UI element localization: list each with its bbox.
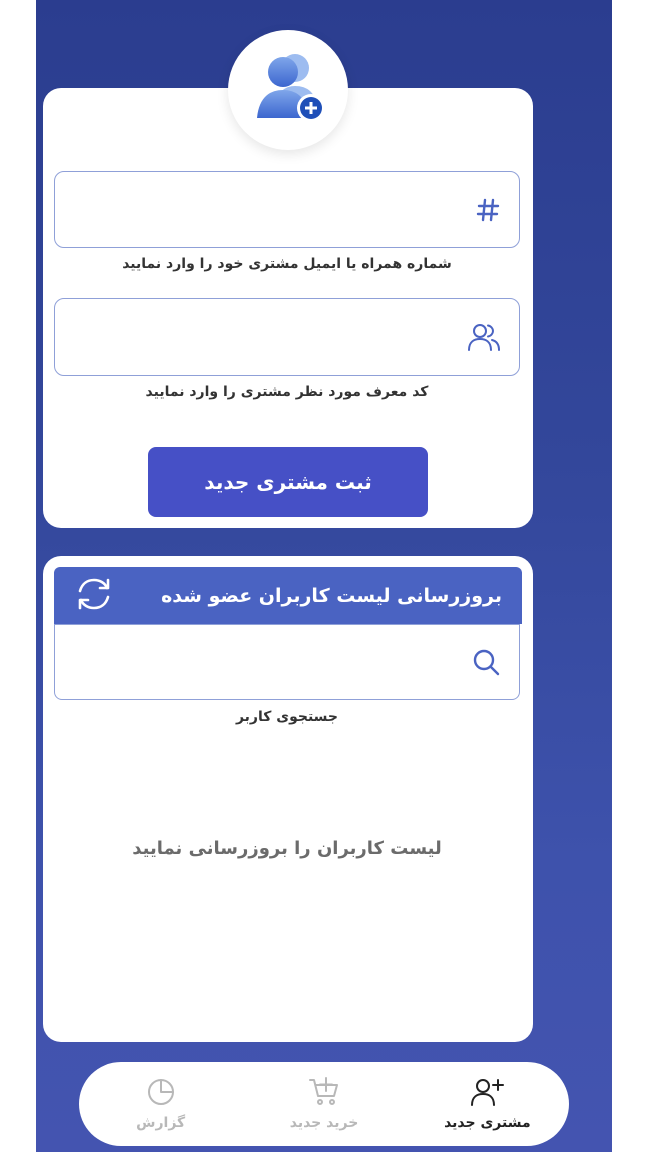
refresh-members-title: بروزرسانی لیست کاربران عضو شده [161, 584, 502, 607]
add-user-icon [245, 48, 331, 132]
nav-label-report: گزارش [136, 1115, 186, 1131]
phone-or-email-hint: شماره همراه یا ایمیل مشتری خود را وارد ن… [122, 256, 452, 272]
add-customer-avatar [228, 30, 348, 150]
nav-item-new-purchase[interactable]: خرید جدید [249, 1077, 399, 1131]
refresh-members-bar[interactable]: بروزرسانی لیست کاربران عضو شده [54, 567, 522, 624]
refresh-icon[interactable] [74, 576, 114, 616]
user-search-field[interactable] [54, 624, 520, 700]
pie-chart-icon [146, 1077, 176, 1111]
phone-or-email-field[interactable] [54, 171, 520, 248]
user-search-hint: جستجوی کاربر [235, 709, 339, 725]
referrer-code-field[interactable] [54, 298, 520, 376]
nav-item-report[interactable]: گزارش [86, 1077, 236, 1131]
referrer-code-input[interactable] [67, 299, 459, 375]
hash-icon [475, 197, 501, 223]
nav-label-new-customer: مشتری جدید [444, 1115, 531, 1131]
bottom-navigation: مشتری جدید خرید جدید گزارش [79, 1062, 569, 1146]
user-plus-icon [470, 1077, 505, 1111]
referrer-code-hint: کد معرف مورد نظر مشتری را وارد نمایید [145, 384, 429, 400]
register-customer-button[interactable]: ثبت مشتری جدید [148, 447, 428, 517]
users-icon [467, 322, 501, 352]
search-icon [471, 647, 501, 677]
nav-label-new-purchase: خرید جدید [289, 1115, 359, 1131]
cart-plus-icon [308, 1077, 340, 1111]
user-search-input[interactable] [67, 625, 459, 699]
phone-or-email-input[interactable] [67, 172, 459, 247]
empty-list-message: لیست کاربران را بروزرسانی نمایید [132, 838, 442, 859]
nav-item-new-customer[interactable]: مشتری جدید [412, 1077, 562, 1131]
